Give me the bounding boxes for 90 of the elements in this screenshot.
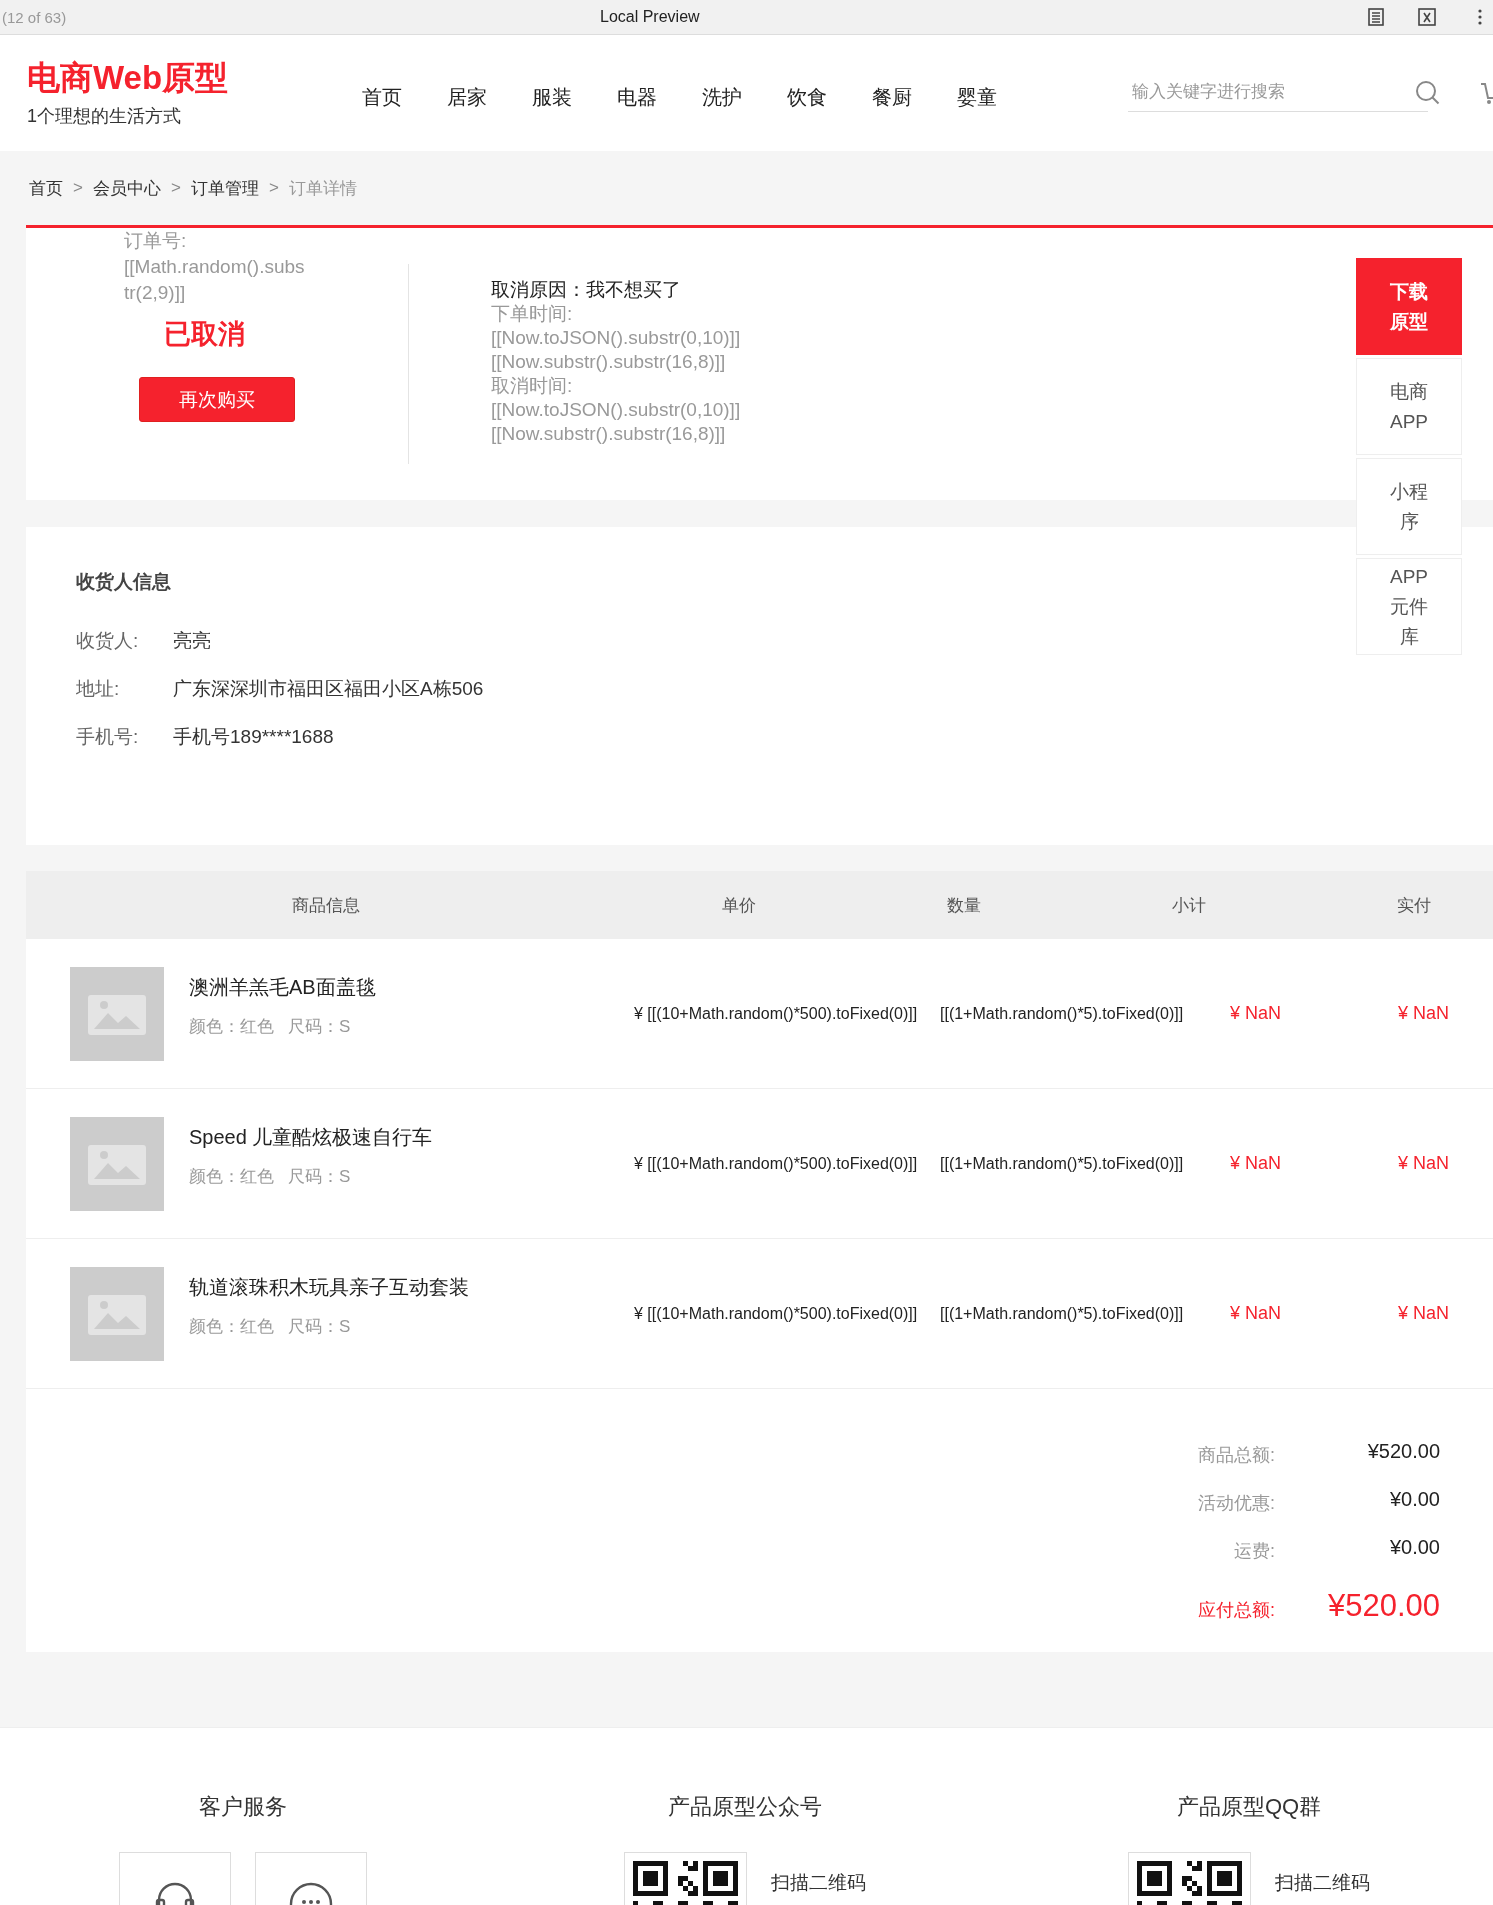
footer-heading: 客户服务 (198, 1793, 287, 1821)
side-link[interactable]: APP元件库 (1356, 558, 1462, 655)
side-link[interactable]: 小程序 (1356, 458, 1462, 555)
nav-link[interactable]: 居家 (447, 83, 532, 111)
total-label: 商品总额: (1197, 1444, 1275, 1467)
nav-link[interactable]: 餐厨 (872, 83, 957, 111)
order-number: [[Math.random().substr(2,9)]] (124, 255, 306, 305)
image-placeholder-icon (70, 966, 164, 1061)
headset-button[interactable] (118, 1852, 231, 1905)
nav-link[interactable]: 婴童 (957, 83, 1042, 111)
total-label: 活动优惠: (1197, 1492, 1275, 1515)
breadcrumb-separator: > (170, 178, 181, 198)
total-label: 运费: (1233, 1540, 1275, 1563)
order-time: [[Now.substr().substr(16,8)]] (491, 350, 727, 374)
column-header: 实付 (1395, 894, 1432, 917)
breadcrumb-link[interactable]: 会员中心 (92, 176, 161, 200)
section-title: 收货人信息 (76, 570, 171, 594)
column-header: 商品信息 (291, 894, 361, 917)
nav-link[interactable]: 洗护 (702, 83, 787, 111)
unit-price: ¥ [[(10+Math.random()*500).toFixed(0)]] (634, 1154, 918, 1172)
unit-price: ¥ [[(10+Math.random()*500).toFixed(0)]] (634, 1004, 918, 1022)
total-label: 应付总额: (1197, 1599, 1275, 1622)
window-title: Local Preview (600, 8, 700, 26)
cancel-reason: 取消原因：我不想买了 (491, 278, 682, 302)
quantity: [[(1+Math.random()*5).toFixed(0)]] (940, 1304, 1184, 1322)
footer-heading: 产品原型QQ群 (1176, 1793, 1322, 1821)
order-time-label: 下单时间: (491, 302, 574, 326)
nav-link[interactable]: 服装 (532, 83, 617, 111)
slogan: 1个理想的生活方式 (27, 105, 182, 128)
side-link[interactable]: 电商APP (1356, 358, 1462, 455)
breadcrumb-separator: > (268, 178, 279, 198)
total-value: ¥520.00 (1326, 1588, 1440, 1624)
product-size: 尺码：S (288, 1165, 351, 1188)
order-date: [[Now.toJSON().substr(0,10)]] (491, 326, 741, 350)
nav-link[interactable]: 饮食 (787, 83, 872, 111)
side-link[interactable]: 下载原型 (1356, 258, 1462, 355)
field-label: 手机号: (76, 725, 140, 749)
breadcrumb-separator: > (73, 178, 83, 198)
product-color: 颜色：红色 (189, 1015, 274, 1038)
product-size: 尺码：S (288, 1315, 351, 1338)
product-name[interactable]: 轨道滚珠积木玩具亲子互动套装 (189, 1273, 469, 1301)
product-name[interactable]: Speed 儿童酷炫极速自行车 (189, 1123, 433, 1151)
field-value: 手机号189****1688 (173, 725, 334, 749)
product-color: 颜色：红色 (189, 1315, 274, 1338)
chat-button[interactable] (254, 1852, 367, 1905)
paid-amount: ¥ NaN (1398, 1003, 1450, 1023)
product-size: 尺码：S (288, 1015, 351, 1038)
qr-caption: 扫描二维码 (771, 1871, 866, 1895)
cart-icon[interactable] (1481, 80, 1493, 106)
page-counter: (12 of 63) (2, 8, 67, 26)
qr-caption: 扫描二维码 (1275, 1871, 1370, 1895)
product-name[interactable]: 澳洲羊羔毛AB面盖毯 (189, 973, 376, 1001)
total-value: ¥520.00 (1366, 1439, 1440, 1463)
total-value: ¥0.00 (1388, 1535, 1440, 1559)
subtotal: ¥ NaN (1230, 1003, 1282, 1023)
column-header: 数量 (945, 894, 982, 917)
order-number-label: 订单号: (124, 229, 188, 253)
subtotal: ¥ NaN (1230, 1153, 1282, 1173)
nav-link[interactable]: 首页 (362, 83, 447, 111)
subtotal: ¥ NaN (1230, 1303, 1282, 1323)
cancel-date: [[Now.toJSON().substr(0,10)]] (491, 398, 741, 422)
rebuy-button[interactable]: 再次购买 (139, 377, 295, 422)
nav-link[interactable]: 电器 (617, 83, 702, 111)
column-header: 小计 (1170, 894, 1207, 917)
breadcrumb-link[interactable]: 订单管理 (190, 176, 259, 200)
search-icon[interactable] (1415, 80, 1441, 106)
paid-amount: ¥ NaN (1398, 1153, 1450, 1173)
logo[interactable]: 电商Web原型 (27, 58, 337, 98)
variable-icon[interactable] (1418, 8, 1436, 26)
unit-price: ¥ [[(10+Math.random()*500).toFixed(0)]] (634, 1304, 918, 1322)
quantity: [[(1+Math.random()*5).toFixed(0)]] (940, 1004, 1184, 1022)
paid-amount: ¥ NaN (1398, 1303, 1450, 1323)
cancel-time-label: 取消时间: (491, 374, 574, 398)
breadcrumb-link[interactable]: 首页 (29, 176, 63, 200)
quantity: [[(1+Math.random()*5).toFixed(0)]] (940, 1154, 1184, 1172)
field-label: 地址: (76, 677, 121, 701)
product-color: 颜色：红色 (189, 1165, 274, 1188)
document-icon[interactable] (1367, 8, 1385, 26)
image-placeholder-icon (70, 1266, 164, 1361)
chat-icon (288, 1882, 333, 1905)
column-header: 单价 (720, 894, 757, 917)
order-status: 已取消 (162, 318, 246, 351)
cancel-time: [[Now.substr().substr(16,8)]] (491, 422, 727, 446)
total-value: ¥0.00 (1388, 1487, 1440, 1511)
field-value: 广东深深圳市福田区福田小区A栋506 (173, 677, 484, 701)
footer-heading: 产品原型公众号 (668, 1793, 822, 1821)
field-value: 亮亮 (173, 629, 211, 653)
field-label: 收货人: (76, 629, 140, 653)
image-placeholder-icon (70, 1116, 164, 1211)
more-icon[interactable] (1478, 9, 1482, 25)
